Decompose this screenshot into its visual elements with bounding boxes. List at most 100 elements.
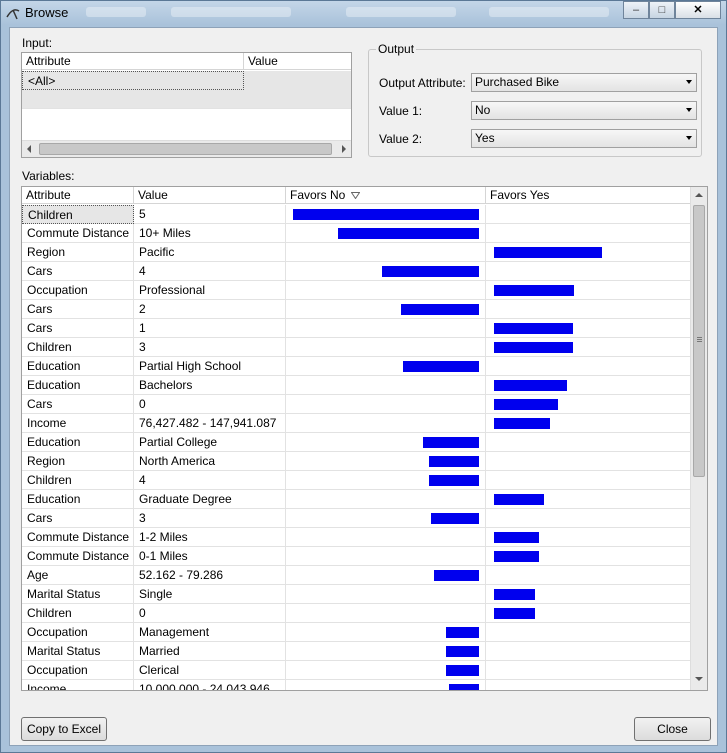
cell-favors-no[interactable] [286, 433, 486, 452]
cell-favors-yes[interactable] [486, 490, 692, 509]
input-col-value[interactable]: Value [244, 53, 351, 70]
table-row[interactable]: Region Pacific [22, 243, 692, 262]
cell-value[interactable]: 10,000.000 - 24,043.946 [134, 680, 286, 690]
cell-attribute[interactable]: Commute Distance [22, 547, 134, 566]
cell-favors-no[interactable] [286, 680, 486, 690]
cell-favors-no[interactable] [286, 300, 486, 319]
cell-favors-yes[interactable] [486, 509, 692, 528]
table-row[interactable]: Education Partial High School [22, 357, 692, 376]
cell-attribute[interactable]: Children [22, 338, 134, 357]
cell-value[interactable]: 0 [134, 604, 286, 623]
var-col-value[interactable]: Value [134, 187, 286, 204]
cell-value[interactable]: Partial High School [134, 357, 286, 376]
cell-favors-no[interactable] [286, 376, 486, 395]
cell-favors-no[interactable] [286, 205, 486, 224]
copy-to-excel-button[interactable]: Copy to Excel [21, 717, 107, 741]
table-row[interactable]: Cars 3 [22, 509, 692, 528]
cell-value[interactable]: 0 [134, 395, 286, 414]
cell-favors-yes[interactable] [486, 528, 692, 547]
cell-favors-yes[interactable] [486, 642, 692, 661]
cell-favors-no[interactable] [286, 490, 486, 509]
table-row[interactable]: Children 5 [22, 205, 692, 224]
cell-favors-yes[interactable] [486, 262, 692, 281]
input-cell-attribute[interactable]: <All> [22, 71, 244, 90]
cell-value[interactable]: Married [134, 642, 286, 661]
cell-value[interactable]: 5 [134, 205, 286, 224]
cell-value[interactable]: 3 [134, 509, 286, 528]
cell-attribute[interactable]: Occupation [22, 281, 134, 300]
cell-attribute[interactable]: Marital Status [22, 585, 134, 604]
cell-attribute[interactable]: Children [22, 205, 134, 224]
cell-favors-yes[interactable] [486, 680, 692, 690]
scroll-right-icon[interactable] [342, 145, 346, 153]
cell-favors-yes[interactable] [486, 623, 692, 642]
scroll-left-icon[interactable] [27, 145, 31, 153]
table-row[interactable]: Commute Distance 10+ Miles [22, 224, 692, 243]
cell-favors-no[interactable] [286, 224, 486, 243]
table-row[interactable]: Occupation Professional [22, 281, 692, 300]
table-row[interactable]: Occupation Management [22, 623, 692, 642]
cell-value[interactable]: Pacific [134, 243, 286, 262]
input-horizontal-scrollbar[interactable] [22, 140, 351, 157]
table-row[interactable]: Marital Status Single [22, 585, 692, 604]
cell-favors-yes[interactable] [486, 471, 692, 490]
cell-favors-yes[interactable] [486, 585, 692, 604]
variables-vertical-scrollbar[interactable] [690, 187, 707, 690]
chevron-down-icon[interactable] [686, 80, 692, 84]
table-row[interactable]: Children 0 [22, 604, 692, 623]
table-row[interactable]: Cars 2 [22, 300, 692, 319]
table-row[interactable]: Children 4 [22, 471, 692, 490]
scroll-down-icon[interactable] [695, 677, 703, 681]
cell-attribute[interactable]: Children [22, 604, 134, 623]
cell-favors-yes[interactable] [486, 661, 692, 680]
cell-favors-yes[interactable] [486, 300, 692, 319]
cell-favors-yes[interactable] [486, 224, 692, 243]
table-row[interactable]: Age 52.162 - 79.286 [22, 566, 692, 585]
table-row[interactable]: Education Bachelors [22, 376, 692, 395]
variables-scroll-thumb[interactable] [693, 205, 705, 477]
cell-favors-yes[interactable] [486, 604, 692, 623]
cell-value[interactable]: 1-2 Miles [134, 528, 286, 547]
table-row[interactable]: Commute Distance 1-2 Miles [22, 528, 692, 547]
table-row[interactable]: Education Graduate Degree [22, 490, 692, 509]
cell-attribute[interactable]: Cars [22, 319, 134, 338]
cell-favors-yes[interactable] [486, 376, 692, 395]
value1-select[interactable]: No [471, 101, 697, 120]
table-row[interactable]: Education Partial College [22, 433, 692, 452]
cell-favors-no[interactable] [286, 642, 486, 661]
cell-favors-no[interactable] [286, 566, 486, 585]
cell-attribute[interactable]: Cars [22, 395, 134, 414]
cell-attribute[interactable]: Region [22, 452, 134, 471]
close-button[interactable]: Close [634, 717, 711, 741]
cell-value[interactable]: 3 [134, 338, 286, 357]
cell-attribute[interactable]: Cars [22, 262, 134, 281]
cell-favors-no[interactable] [286, 604, 486, 623]
cell-favors-yes[interactable] [486, 547, 692, 566]
cell-value[interactable]: 52.162 - 79.286 [134, 566, 286, 585]
title-bar[interactable]: Browse – □ ✕ [1, 1, 726, 25]
close-window-button[interactable]: ✕ [675, 1, 721, 19]
cell-value[interactable]: Single [134, 585, 286, 604]
var-col-attribute[interactable]: Attribute [22, 187, 134, 204]
scroll-up-icon[interactable] [695, 193, 703, 197]
cell-attribute[interactable]: Cars [22, 509, 134, 528]
input-grid[interactable]: Attribute Value <All> [21, 52, 352, 158]
cell-attribute[interactable]: Education [22, 490, 134, 509]
cell-attribute[interactable]: Commute Distance [22, 528, 134, 547]
input-row[interactable]: <All> [22, 71, 351, 90]
input-col-attribute[interactable]: Attribute [22, 53, 244, 70]
cell-attribute[interactable]: Income [22, 680, 134, 690]
cell-favors-no[interactable] [286, 509, 486, 528]
cell-favors-yes[interactable] [486, 205, 692, 224]
table-row[interactable]: Marital Status Married [22, 642, 692, 661]
chevron-down-icon[interactable] [686, 108, 692, 112]
cell-attribute[interactable]: Children [22, 471, 134, 490]
var-col-favors-yes[interactable]: Favors Yes [486, 187, 692, 204]
cell-favors-yes[interactable] [486, 319, 692, 338]
cell-favors-no[interactable] [286, 528, 486, 547]
input-new-row[interactable] [22, 90, 351, 109]
cell-favors-yes[interactable] [486, 452, 692, 471]
cell-value[interactable]: Professional [134, 281, 286, 300]
cell-favors-no[interactable] [286, 471, 486, 490]
cell-value[interactable]: 76,427.482 - 147,941.087 [134, 414, 286, 433]
